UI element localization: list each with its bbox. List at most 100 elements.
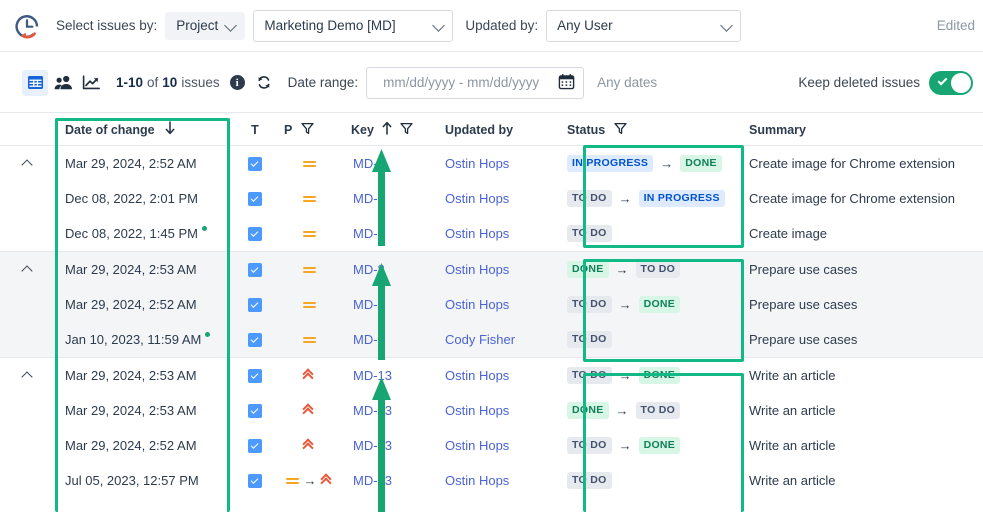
updated-by-link[interactable]: Ostin Hops <box>445 262 509 277</box>
cell-type[interactable] <box>230 156 280 171</box>
cell-priority <box>280 158 340 170</box>
cell-type[interactable] <box>230 368 280 383</box>
filter-icon[interactable] <box>301 122 314 138</box>
project-select[interactable]: Marketing Demo [MD] <box>253 9 454 42</box>
issue-key-link[interactable]: MD-8 <box>353 262 385 277</box>
keep-deleted-issues-toggle[interactable] <box>929 70 973 95</box>
refresh-icon[interactable] <box>256 74 272 91</box>
table-row[interactable]: Jan 10, 2023, 11:59 AM MD-8 Cody Fisher TO … <box>0 322 983 357</box>
updated-by-link[interactable]: Ostin Hops <box>445 403 509 418</box>
group-collapse-toggle[interactable] <box>0 370 55 381</box>
issue-key-link[interactable]: MD-13 <box>353 473 392 488</box>
priority-high-icon <box>319 472 335 489</box>
view-mode-switcher <box>22 69 104 96</box>
cell-priority: → <box>280 472 340 489</box>
cell-type[interactable] <box>230 332 280 347</box>
cell-date-of-change: Dec 08, 2022, 1:45 PM <box>55 226 230 241</box>
chevron-up-icon[interactable] <box>22 158 33 169</box>
column-header-priority[interactable]: P <box>280 122 340 138</box>
created-marker-dot-icon <box>205 332 211 337</box>
updated-by-link[interactable]: Ostin Hops <box>445 226 509 241</box>
column-header-summary[interactable]: Summary <box>745 123 983 137</box>
cell-priority <box>280 193 340 205</box>
updated-by-value: Any User <box>557 18 613 33</box>
priority-medium-icon <box>303 264 317 276</box>
info-icon[interactable]: i <box>229 75 245 90</box>
cell-status: TO DO <box>550 331 745 348</box>
date-of-change-value: Dec 08, 2022, 1:45 PM <box>65 226 198 241</box>
select-issues-by-label: Select issues by: <box>56 18 158 33</box>
table-row[interactable]: Dec 08, 2022, 1:45 PM MD-7 Ostin Hops TO DO… <box>0 216 983 251</box>
date-of-change-value: Mar 29, 2024, 2:52 AM <box>65 156 197 171</box>
filter-icon[interactable] <box>614 122 627 138</box>
table-row[interactable]: Mar 29, 2024, 2:52 AM MD-8 Ostin Hops TO DO… <box>0 287 983 322</box>
updated-by-link[interactable]: Ostin Hops <box>445 473 509 488</box>
updated-by-link[interactable]: Ostin Hops <box>445 438 509 453</box>
chevron-down-icon <box>432 18 446 32</box>
status-chip: DONE <box>567 261 609 278</box>
cell-updated-by: Ostin Hops <box>445 473 550 488</box>
group-collapse-toggle[interactable] <box>0 158 55 169</box>
cell-type[interactable] <box>230 262 280 277</box>
arrow-right-icon: → <box>618 297 632 312</box>
column-header-key[interactable]: Key <box>340 121 445 138</box>
updated-by-link[interactable]: Ostin Hops <box>445 156 509 171</box>
sort-asc-arrow-icon[interactable] <box>381 121 393 138</box>
table-row[interactable]: Mar 29, 2024, 2:53 AM MD-8 Ostin Hops DONE →… <box>0 252 983 287</box>
issue-key-link[interactable]: MD-7 <box>353 156 385 171</box>
updated-by-link[interactable]: Cody Fisher <box>445 332 515 347</box>
date-range-input[interactable]: mm/dd/yyyy - mm/dd/yyyy <box>366 66 585 99</box>
issue-key-link[interactable]: MD-13 <box>353 403 392 418</box>
results-toolbar: 1-10 of 10 issues i Date range: mm/dd/yyyy … <box>0 53 983 113</box>
cell-type[interactable] <box>230 438 280 453</box>
issue-source-select[interactable]: Project <box>165 11 246 40</box>
cell-type[interactable] <box>230 473 280 488</box>
column-header-status[interactable]: Status <box>550 122 745 138</box>
priority-medium-icon <box>285 475 300 487</box>
date-of-change-value: Mar 29, 2024, 2:52 AM <box>65 438 197 453</box>
issue-key-link[interactable]: MD-7 <box>353 226 385 241</box>
cell-priority <box>280 402 340 419</box>
cell-type[interactable] <box>230 403 280 418</box>
sort-desc-arrow-icon[interactable] <box>164 121 176 138</box>
updated-by-link[interactable]: Ostin Hops <box>445 297 509 312</box>
cell-status: IN PROGRESS → DONE <box>550 155 745 172</box>
cell-updated-by: Ostin Hops <box>445 438 550 453</box>
keep-deleted-issues-label: Keep deleted issues <box>798 75 920 90</box>
cell-priority <box>280 437 340 454</box>
table-view-icon[interactable] <box>22 69 48 96</box>
calendar-icon[interactable] <box>558 73 575 93</box>
task-type-icon <box>248 297 262 312</box>
issue-key-link[interactable]: MD-13 <box>353 368 392 383</box>
table-row[interactable]: Mar 29, 2024, 2:52 AM MD-13 Ostin Hops TO D… <box>0 428 983 463</box>
chart-view-icon[interactable] <box>78 70 104 96</box>
updated-by-link[interactable]: Ostin Hops <box>445 368 509 383</box>
table-row[interactable]: Dec 08, 2022, 2:01 PM MD-7 Ostin Hops TO DO… <box>0 181 983 216</box>
updated-by-link[interactable]: Ostin Hops <box>445 191 509 206</box>
cell-type[interactable] <box>230 297 280 312</box>
issue-group: Mar 29, 2024, 2:52 AM MD-7 Ostin Hops IN PR… <box>0 146 983 251</box>
people-view-icon[interactable] <box>50 70 76 96</box>
cell-status: TO DO → IN PROGRESS <box>550 190 745 207</box>
column-header-type[interactable]: T <box>230 123 280 137</box>
updated-by-select[interactable]: Any User <box>546 9 742 42</box>
filter-icon[interactable] <box>400 122 413 138</box>
table-row[interactable]: Mar 29, 2024, 2:52 AM MD-7 Ostin Hops IN PR… <box>0 146 983 181</box>
issue-key-link[interactable]: MD-7 <box>353 191 385 206</box>
any-dates-label[interactable]: Any dates <box>597 75 657 90</box>
chevron-up-icon[interactable] <box>22 370 33 381</box>
status-chip: TO DO <box>567 190 612 207</box>
table-row[interactable]: Mar 29, 2024, 2:53 AM MD-13 Ostin Hops DONE… <box>0 393 983 428</box>
cell-type[interactable] <box>230 191 280 206</box>
status-chip: DONE <box>638 437 681 454</box>
issue-key-link[interactable]: MD-8 <box>353 297 385 312</box>
table-row[interactable]: Jul 05, 2023, 12:57 PM → MD-13 Ostin Hops TO… <box>0 463 983 498</box>
group-collapse-toggle[interactable] <box>0 264 55 275</box>
issue-key-link[interactable]: MD-8 <box>353 332 385 347</box>
table-row[interactable]: Mar 29, 2024, 2:53 AM MD-13 Ostin Hops TO D… <box>0 358 983 393</box>
column-header-updated-by[interactable]: Updated by <box>445 123 550 137</box>
chevron-up-icon[interactable] <box>22 264 33 275</box>
cell-type[interactable] <box>230 226 280 241</box>
column-header-date[interactable]: Date of change <box>55 121 230 138</box>
issue-key-link[interactable]: MD-13 <box>353 438 392 453</box>
